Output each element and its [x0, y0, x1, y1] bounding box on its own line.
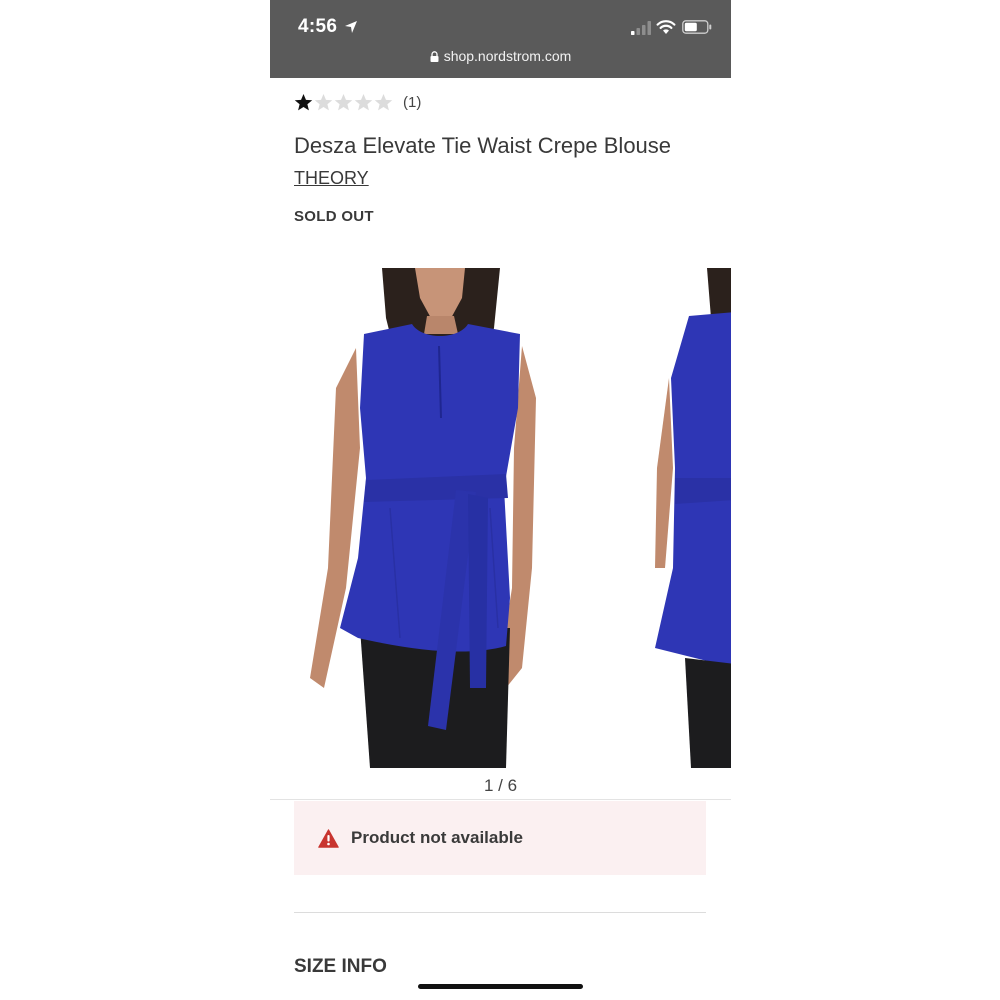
product-image-carousel[interactable] [270, 268, 731, 768]
divider [270, 799, 731, 800]
star-empty-icon [374, 93, 393, 110]
lock-icon [430, 51, 439, 62]
availability-label: SOLD OUT [294, 208, 374, 225]
star-empty-icon [354, 93, 373, 110]
status-time: 4:56 [298, 16, 338, 37]
status-bar: 4:56 shop.nordstrom.com [270, 0, 731, 78]
product-unavailable-alert: Product not available [294, 801, 706, 875]
product-image-next[interactable] [645, 268, 731, 768]
signal-icon [631, 21, 651, 35]
battery-icon [682, 20, 712, 34]
url-text: shop.nordstrom.com [443, 48, 572, 64]
wifi-icon [656, 20, 676, 34]
warning-icon [318, 828, 339, 848]
location-arrow-icon [345, 21, 357, 33]
star-filled-icon [294, 93, 313, 110]
stars-container [294, 93, 394, 112]
star-empty-icon [314, 93, 333, 110]
star-rating[interactable]: (1) [294, 92, 421, 112]
alert-message: Product not available [351, 828, 523, 847]
address-bar[interactable]: shop.nordstrom.com [270, 48, 731, 64]
divider [294, 912, 706, 913]
review-count[interactable]: (1) [403, 94, 421, 111]
phone-viewport: 4:56 shop.nordstrom.com (1) Desza Elevat… [270, 0, 731, 1000]
home-indicator[interactable] [418, 984, 583, 989]
product-image-main[interactable] [300, 268, 550, 768]
size-info-heading[interactable]: SIZE INFO [294, 956, 387, 978]
star-empty-icon [334, 93, 353, 110]
gallery-pager: 1 / 6 [483, 776, 518, 795]
brand-link[interactable]: THEORY [294, 168, 369, 189]
product-title: Desza Elevate Tie Waist Crepe Blouse [294, 133, 672, 158]
